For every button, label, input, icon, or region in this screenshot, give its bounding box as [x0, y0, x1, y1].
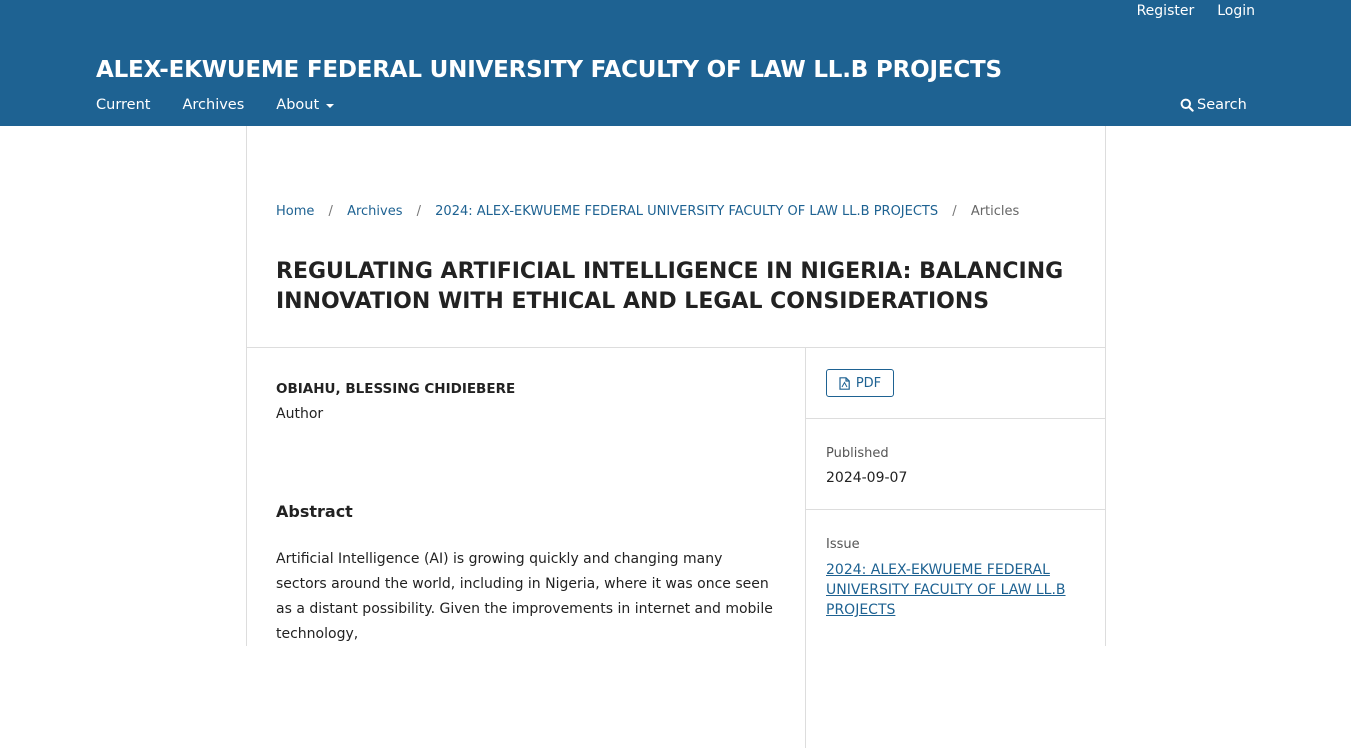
- issue-link[interactable]: 2024: ALEX-EKWUEME FEDERAL UNIVERSITY FA…: [826, 560, 1076, 620]
- breadcrumb-separator: /: [328, 204, 333, 219]
- breadcrumb: Home / Archives / 2024: ALEX-EKWUEME FED…: [276, 204, 1019, 219]
- login-link[interactable]: Login: [1217, 3, 1255, 19]
- caret-down-icon: [326, 104, 335, 108]
- pdf-label: PDF: [855, 375, 882, 391]
- search-link[interactable]: Search: [1180, 97, 1247, 113]
- published-date: 2024-09-07: [826, 470, 908, 486]
- breadcrumb-separator: /: [952, 204, 957, 219]
- article-content: Home / Archives / 2024: ALEX-EKWUEME FED…: [246, 126, 1106, 748]
- published-label: Published: [826, 446, 889, 461]
- breadcrumb-separator: /: [416, 204, 422, 219]
- site-header: Register Login ALEX-EKWUEME FEDERAL UNIV…: [0, 0, 1351, 126]
- register-link[interactable]: Register: [1137, 3, 1195, 19]
- author-name: OBIAHU, BLESSING CHIDIEBERE: [276, 381, 516, 397]
- file-pdf-icon: [839, 376, 850, 390]
- breadcrumb-home[interactable]: Home: [276, 204, 314, 219]
- pdf-button[interactable]: PDF: [826, 369, 894, 397]
- galley-block: PDF: [806, 348, 1105, 419]
- article-title: REGULATING ARTIFICIAL INTELLIGENCE IN NI…: [276, 259, 1064, 314]
- breadcrumb-issue[interactable]: 2024: ALEX-EKWUEME FEDERAL UNIVERSITY FA…: [435, 204, 938, 219]
- breadcrumb-archives[interactable]: Archives: [347, 204, 402, 219]
- site-title[interactable]: ALEX-EKWUEME FEDERAL UNIVERSITY FACULTY …: [96, 57, 1002, 83]
- breadcrumb-current: Articles: [970, 204, 1020, 219]
- author-role: Author: [276, 406, 324, 422]
- search-label: Search: [1197, 97, 1247, 113]
- nav-about-label: About: [276, 97, 320, 113]
- user-nav: Register Login: [1137, 3, 1255, 19]
- issue-block: Issue 2024: ALEX-EKWUEME FEDERAL UNIVERS…: [806, 510, 1105, 710]
- primary-nav: Current Archives About: [96, 97, 335, 113]
- nav-current[interactable]: Current: [96, 97, 150, 113]
- issue-label: Issue: [826, 537, 860, 552]
- published-block: Published 2024-09-07: [806, 418, 1105, 510]
- abstract-heading: Abstract: [276, 502, 353, 521]
- abstract-text: Artificial Intelligence (AI) is growing …: [276, 551, 773, 642]
- nav-archives[interactable]: Archives: [182, 97, 244, 113]
- nav-about[interactable]: About: [276, 97, 335, 113]
- search-icon: [1180, 98, 1194, 112]
